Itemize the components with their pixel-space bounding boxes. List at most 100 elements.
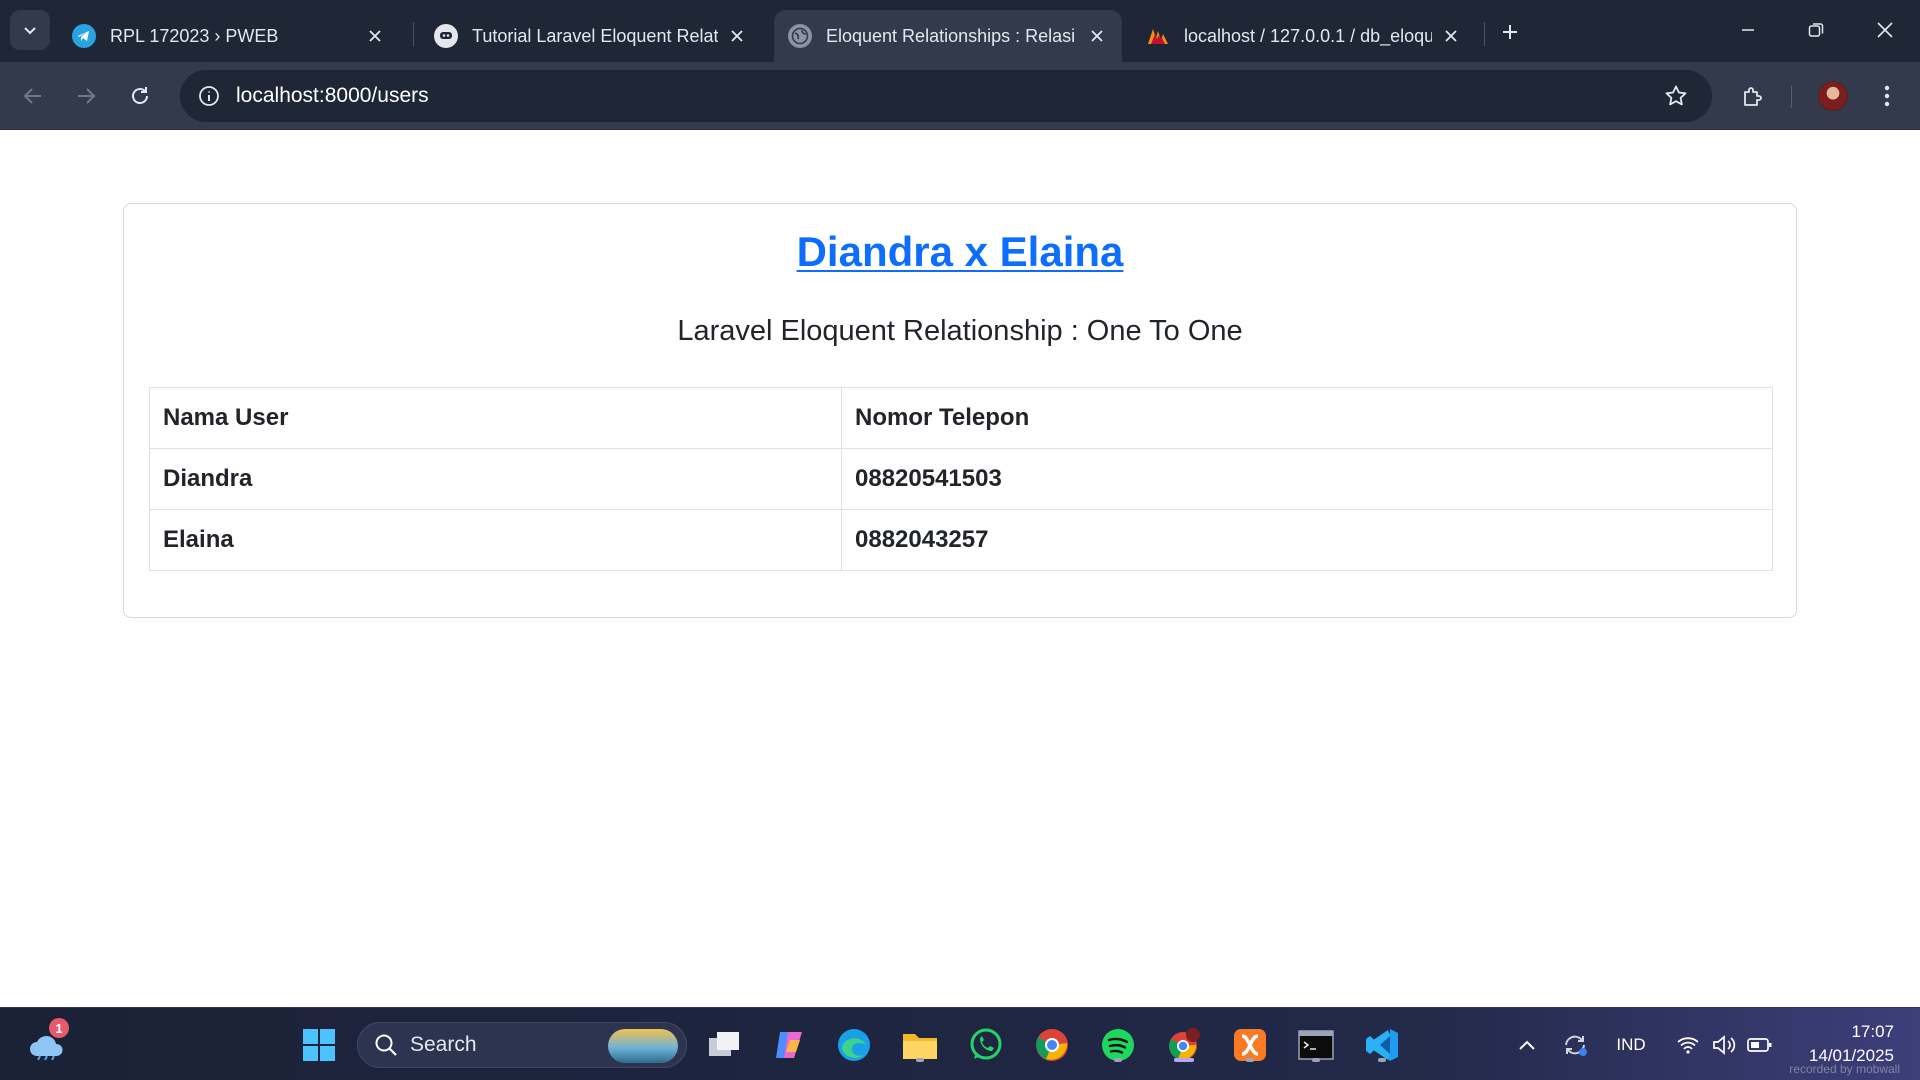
browser-toolbar: localhost:8000/users <box>0 62 1920 130</box>
table-row: Diandra 08820541503 <box>149 448 1773 510</box>
volume-button[interactable] <box>1709 1030 1739 1060</box>
tab-separator <box>413 22 414 46</box>
terminal-icon <box>1298 1030 1334 1060</box>
recording-watermark: recorded by mobwall <box>1789 1062 1900 1076</box>
site-info-icon[interactable] <box>194 81 224 111</box>
taskbar-search[interactable]: Search <box>357 1022 687 1068</box>
restore-button[interactable] <box>1789 8 1843 52</box>
telegram-icon <box>72 24 96 48</box>
search-label: Search <box>410 1033 477 1056</box>
chrome-icon <box>1036 1029 1068 1061</box>
more-vert-icon <box>1884 85 1890 107</box>
edge-icon <box>838 1029 870 1061</box>
copilot-app[interactable] <box>768 1024 810 1066</box>
phpmyadmin-icon <box>1146 24 1170 48</box>
user-name-cell: Elaina <box>149 509 842 571</box>
file-explorer-app[interactable] <box>899 1024 941 1066</box>
close-window-button[interactable] <box>1858 8 1912 52</box>
forward-button[interactable] <box>66 76 106 116</box>
close-icon[interactable] <box>1086 25 1108 47</box>
agent-icon <box>434 24 458 48</box>
users-table: Nama User Nomor Telepon Diandra 08820541… <box>149 387 1773 571</box>
search-icon <box>375 1034 397 1056</box>
bookmark-star-icon[interactable] <box>1662 82 1690 110</box>
show-hidden-icons-button[interactable] <box>1512 1030 1542 1060</box>
address-bar[interactable]: localhost:8000/users <box>180 70 1712 122</box>
system-clock[interactable]: 17:07 14/01/2025 <box>1809 1020 1894 1068</box>
running-indicator <box>1246 1058 1254 1062</box>
edge-app[interactable] <box>833 1024 875 1066</box>
reload-icon <box>132 87 148 104</box>
windows-icon <box>303 1029 335 1061</box>
page-title: Diandra x Elaina <box>124 228 1796 276</box>
puzzle-icon <box>1744 87 1762 106</box>
url-text: localhost:8000/users <box>236 84 429 107</box>
running-indicator <box>916 1058 924 1062</box>
globe-icon <box>788 24 812 48</box>
tab-search-button[interactable] <box>10 10 50 50</box>
close-icon[interactable] <box>364 25 386 47</box>
column-header-nama-user: Nama User <box>149 387 842 449</box>
battery-button[interactable] <box>1745 1030 1775 1060</box>
whatsapp-app[interactable] <box>965 1024 1007 1066</box>
running-indicator <box>1378 1058 1386 1062</box>
phone-number-cell: 08820541503 <box>841 448 1773 510</box>
avatar <box>1818 81 1848 111</box>
back-button[interactable] <box>13 76 53 116</box>
table-row: Elaina 0882043257 <box>149 509 1773 571</box>
reload-button[interactable] <box>120 76 160 116</box>
close-icon[interactable] <box>1440 25 1462 47</box>
new-tab-button[interactable] <box>1494 16 1526 48</box>
content-card: Diandra x Elaina Laravel Eloquent Relati… <box>123 203 1797 618</box>
xampp-app[interactable] <box>1229 1024 1271 1066</box>
vscode-app[interactable] <box>1361 1024 1403 1066</box>
task-view-button[interactable] <box>703 1024 745 1066</box>
tab-eloquent-relationships[interactable]: Eloquent Relationships : Relasi O <box>774 10 1122 62</box>
sync-icon <box>1565 1035 1587 1056</box>
page-title-link[interactable]: Diandra x Elaina <box>797 228 1124 275</box>
battery-icon <box>1747 1038 1772 1052</box>
folder-icon <box>903 1034 937 1059</box>
extensions-button[interactable] <box>1733 76 1773 116</box>
plus-icon <box>1503 25 1517 39</box>
terminal-app[interactable] <box>1295 1024 1337 1066</box>
volume-icon <box>1713 1035 1736 1055</box>
copilot-icon <box>776 1032 802 1058</box>
user-name-cell: Diandra <box>149 448 842 510</box>
tab-title: Eloquent Relationships : Relasi O <box>826 25 1078 46</box>
tab-tutorial-laravel[interactable]: Tutorial Laravel Eloquent Relatio <box>420 10 762 62</box>
windows-taskbar: 1 Search IND 17:07 14/01/2025 recorded b… <box>0 1007 1920 1080</box>
column-header-nomor-telepon: Nomor Telepon <box>841 387 1773 449</box>
chrome-profile-app[interactable] <box>1163 1024 1205 1066</box>
input-language-button[interactable]: IND <box>1606 1030 1656 1060</box>
arrow-left-icon <box>23 88 41 104</box>
clock-time: 17:07 <box>1851 1022 1894 1041</box>
tab-strip: RPL 172023 › PWEB Tutorial Laravel Eloqu… <box>0 0 1920 62</box>
sync-tray-button[interactable] <box>1558 1030 1592 1060</box>
running-indicator <box>1312 1058 1320 1062</box>
tab-phpmyadmin[interactable]: localhost / 127.0.0.1 / db_eloqu <box>1132 10 1476 62</box>
minimize-button[interactable] <box>1721 8 1775 52</box>
chrome-app[interactable] <box>1031 1024 1073 1066</box>
phone-number-cell: 0882043257 <box>841 509 1773 571</box>
notification-badge: 1 <box>49 1018 69 1038</box>
running-indicator <box>1114 1058 1122 1062</box>
browser-menu-button[interactable] <box>1867 76 1907 116</box>
chevron-down-icon <box>24 27 36 35</box>
page-subtitle: Laravel Eloquent Relationship : One To O… <box>677 315 1243 347</box>
start-button[interactable] <box>298 1024 340 1066</box>
profile-button[interactable] <box>1813 76 1853 116</box>
tab-title: Tutorial Laravel Eloquent Relatio <box>472 25 718 46</box>
tab-rpl-pweb[interactable]: RPL 172023 › PWEB <box>58 10 400 62</box>
spotify-app[interactable] <box>1097 1024 1139 1066</box>
wifi-icon <box>1677 1037 1699 1054</box>
arrow-right-icon <box>78 88 96 104</box>
tab-separator <box>1484 22 1485 46</box>
table-header-row: Nama User Nomor Telepon <box>149 387 1773 449</box>
restore-icon <box>1808 23 1824 37</box>
minimize-icon <box>1742 29 1754 31</box>
wifi-button[interactable] <box>1673 1030 1703 1060</box>
close-icon[interactable] <box>726 25 748 47</box>
whatsapp-icon <box>970 1028 1002 1060</box>
search-highlight-image <box>608 1029 678 1063</box>
